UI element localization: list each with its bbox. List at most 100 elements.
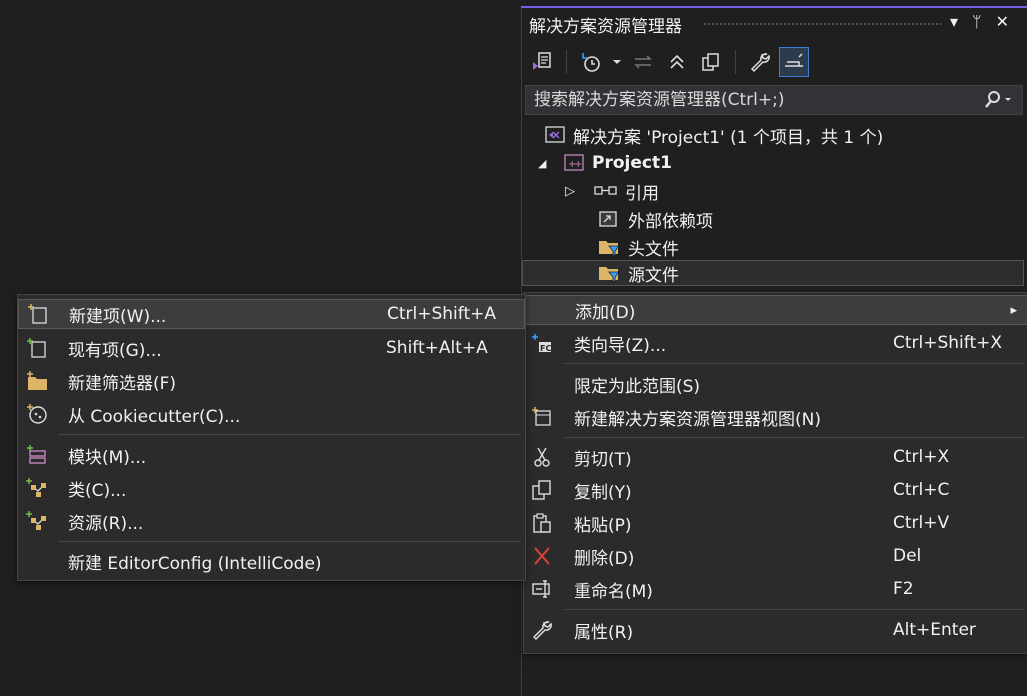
- menu-item-label: 删除(D): [574, 548, 635, 569]
- menu-item-label: 从 Cookiecutter(C)...: [68, 406, 241, 427]
- tree-item-label: 源文件: [628, 265, 679, 286]
- paste-icon: [530, 511, 554, 535]
- menu-item-add[interactable]: 添加(D) ▸: [524, 295, 1027, 325]
- context-menu: 添加(D) ▸ FC 类向导(Z)... Ctrl+Shift+X 限定为此范围…: [523, 292, 1027, 654]
- tree-item-label: 外部依赖项: [628, 211, 713, 232]
- class-wizard-icon: FC: [530, 331, 554, 355]
- menu-item-paste[interactable]: 粘贴(P) Ctrl+V: [524, 508, 1027, 538]
- menu-item-label: 属性(R): [574, 622, 634, 643]
- menu-item-label: 限定为此范围(S): [574, 376, 701, 397]
- tree-item-label: 解决方案 'Project1' (1 个项目，共 1 个): [573, 127, 884, 148]
- pending-changes-button[interactable]: [577, 48, 605, 76]
- menu-item-cut[interactable]: 剪切(T) Ctrl+X: [524, 442, 1027, 472]
- chevron-down-icon: [613, 60, 621, 64]
- vs-switch-views-icon: [533, 52, 551, 70]
- wrench-icon: [750, 53, 770, 73]
- resource-icon: [25, 509, 49, 533]
- svg-text:+: +: [574, 159, 582, 170]
- tree-item-label: 引用: [625, 183, 659, 204]
- panel-accent-bar: [521, 6, 1027, 8]
- close-icon[interactable]: ✕: [996, 12, 1009, 31]
- title-controls: ▾ ᛘ ✕: [950, 12, 1009, 31]
- dropdown-arrow-icon[interactable]: ▾: [950, 12, 958, 31]
- submenu-item-resource[interactable]: 资源(R)...: [18, 506, 525, 536]
- menu-item-class-wizard[interactable]: FC 类向导(Z)... Ctrl+Shift+X: [524, 328, 1027, 358]
- preview-selected-button[interactable]: [779, 47, 809, 77]
- menu-item-shortcut: Alt+Enter: [893, 620, 976, 640]
- submenu-item-existing-item[interactable]: 现有项(G)... Shift+Alt+A: [18, 333, 525, 363]
- menu-item-label: 类(C)...: [68, 480, 127, 501]
- collapse-all-button[interactable]: [663, 48, 691, 76]
- solution-icon: [545, 126, 565, 143]
- menu-separator: [58, 541, 521, 542]
- menu-item-properties[interactable]: 属性(R) Alt+Enter: [524, 615, 1027, 645]
- menu-separator: [564, 609, 1024, 610]
- filter-folder-icon: [599, 241, 620, 257]
- solution-explorer-toolbar: [528, 46, 809, 78]
- search-icon[interactable]: [982, 89, 1012, 111]
- submenu-item-new-editorconfig[interactable]: 新建 EditorConfig (IntelliCode): [18, 546, 525, 576]
- show-all-files-button[interactable]: [697, 48, 725, 76]
- menu-item-shortcut: Ctrl+C: [893, 480, 950, 500]
- submenu-arrow-icon: ▸: [1010, 302, 1017, 318]
- menu-separator: [564, 363, 1024, 364]
- preview-icon: [785, 53, 803, 67]
- filter-folder-icon: [599, 267, 620, 283]
- references-icon: [594, 186, 617, 195]
- pending-changes-dropdown[interactable]: [611, 48, 623, 76]
- tree-item-project[interactable]: ◢ + + Project1: [538, 150, 672, 176]
- menu-item-label: 添加(D): [575, 302, 636, 323]
- submenu-item-new-item[interactable]: 新建项(W)... Ctrl+Shift+A: [18, 299, 525, 329]
- new-view-icon: [530, 405, 554, 429]
- collapse-all-icon: [670, 54, 684, 69]
- menu-item-label: 重命名(M): [574, 581, 653, 602]
- tree-item-external-deps[interactable]: 外部依赖项: [598, 206, 713, 232]
- menu-item-shortcut: Ctrl+Shift+A: [387, 304, 497, 324]
- menu-separator: [58, 434, 521, 435]
- copy-pages-icon: [702, 53, 719, 71]
- menu-item-rename[interactable]: 重命名(M) F2: [524, 574, 1027, 604]
- properties-button[interactable]: [746, 48, 774, 76]
- tree-item-label: 头文件: [628, 239, 679, 260]
- tree-item-header-files[interactable]: 头文件: [598, 234, 679, 260]
- menu-item-label: 新建筛选器(F): [68, 373, 177, 394]
- cpp-project-icon: ++: [564, 154, 584, 171]
- menu-item-shortcut: Ctrl+Shift+X: [893, 333, 1003, 353]
- menu-item-delete[interactable]: 删除(D) Del: [524, 541, 1027, 571]
- search-input[interactable]: [534, 86, 974, 114]
- external-deps-icon: [599, 211, 617, 227]
- submenu-item-new-filter[interactable]: 新建筛选器(F): [18, 366, 525, 396]
- menu-item-label: 模块(M)...: [68, 447, 147, 468]
- menu-item-label: 复制(Y): [574, 482, 632, 503]
- menu-item-shortcut: Ctrl+V: [893, 513, 950, 533]
- menu-item-shortcut: Del: [893, 546, 922, 566]
- menu-item-shortcut: Ctrl+X: [893, 447, 950, 467]
- submenu-item-cookiecutter[interactable]: 从 Cookiecutter(C)...: [18, 399, 525, 429]
- menu-item-copy[interactable]: 复制(Y) Ctrl+C: [524, 475, 1027, 505]
- sync-button[interactable]: [629, 48, 657, 76]
- switch-views-button[interactable]: [528, 48, 556, 76]
- toolbar-separator: [735, 50, 736, 74]
- menu-item-scope-to-this[interactable]: 限定为此范围(S): [524, 369, 1027, 399]
- cookiecutter-icon: [25, 402, 49, 426]
- properties-wrench-icon: [530, 618, 554, 642]
- submenu-item-module[interactable]: 模块(M)...: [18, 440, 525, 470]
- existing-item-icon: [25, 336, 49, 360]
- add-submenu: 新建项(W)... Ctrl+Shift+A 现有项(G)... Shift+A…: [17, 294, 526, 581]
- svg-text:FC: FC: [540, 344, 551, 353]
- menu-item-label: 粘贴(P): [574, 515, 632, 536]
- new-filter-icon: [25, 369, 49, 393]
- title-grip[interactable]: [703, 22, 941, 26]
- delete-icon: [530, 544, 554, 568]
- expander-collapsed-icon[interactable]: ▷: [565, 184, 587, 199]
- tree-item-references[interactable]: ▷ 引用: [565, 178, 659, 204]
- pin-icon[interactable]: ᛘ: [972, 12, 982, 31]
- expander-expanded-icon[interactable]: ◢: [538, 157, 558, 170]
- tree-item-source-files[interactable]: 源文件: [522, 260, 1024, 286]
- module-icon: [25, 443, 49, 467]
- tree-item-solution[interactable]: 解决方案 'Project1' (1 个项目，共 1 个): [545, 122, 883, 148]
- submenu-item-class[interactable]: 类(C)...: [18, 473, 525, 503]
- menu-separator: [564, 437, 1024, 438]
- menu-item-label: 剪切(T): [574, 449, 632, 470]
- menu-item-new-view[interactable]: 新建解决方案资源管理器视图(N): [524, 402, 1027, 432]
